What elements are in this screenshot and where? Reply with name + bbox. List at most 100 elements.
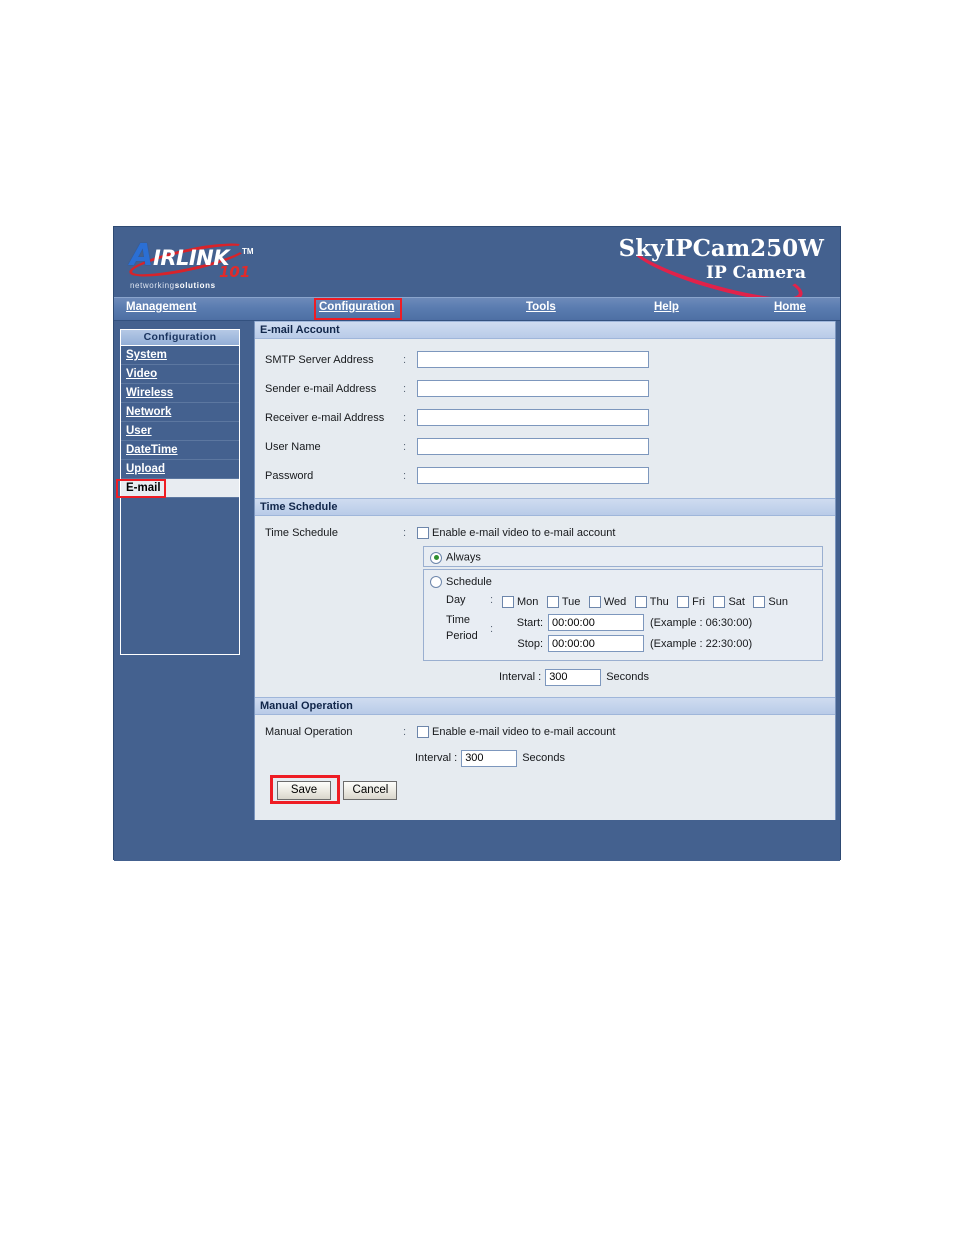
sidebar-item-datetime[interactable]: DateTime: [121, 441, 239, 460]
stop-label: Stop: [517, 637, 540, 650]
logo-tagline-bold: solutions: [174, 281, 216, 290]
logo-letter-a: A: [130, 238, 154, 273]
nav-item-help[interactable]: Help: [654, 301, 679, 313]
sidebar-item-network[interactable]: Network: [121, 403, 239, 422]
smtp-server-input[interactable]: [417, 351, 649, 368]
section-header-time-schedule: Time Schedule: [255, 498, 835, 516]
day-label-wed: Wed: [603, 596, 627, 609]
schedule-radio[interactable]: [430, 576, 442, 588]
time-period-label-line1: Time: [446, 614, 471, 627]
field-row-receiver-email: Receiver e-mail Address :: [255, 403, 835, 432]
schedule-interval-label: Interval :: [499, 671, 542, 684]
nav-item-home[interactable]: Home: [774, 301, 806, 313]
manual-operation-enable-label: Enable e-mail video to e-mail account: [432, 725, 616, 738]
schedule-interval-row: Interval : Seconds: [423, 665, 823, 689]
day-checkbox-thu-wrap: Thu: [634, 596, 669, 609]
product-subtitle: IP Camera: [706, 263, 806, 283]
configuration-content-panel: E-mail Account SMTP Server Address : Sen…: [254, 321, 836, 821]
schedule-interval-unit: Seconds: [606, 671, 649, 684]
day-label: Day: [446, 594, 466, 607]
time-schedule-enable-checkbox[interactable]: [417, 527, 429, 539]
time-schedule-row-label: Time Schedule: [265, 527, 338, 539]
time-period-label-line2: Period: [446, 630, 478, 643]
sender-email-input[interactable]: [417, 380, 649, 397]
manual-operation-enable-row: Manual Operation : Enable e-mail video t…: [255, 721, 835, 742]
password-input[interactable]: [417, 467, 649, 484]
field-label: Password: [265, 469, 314, 482]
manual-operation-row-label: Manual Operation: [265, 725, 353, 738]
day-checkbox-mon[interactable]: [502, 596, 514, 609]
time-period-label: Time Period: [430, 612, 490, 644]
nav-item-management[interactable]: Management: [126, 301, 196, 313]
camera-web-ui-window: A IRLINK TM 101 networkingsolutions SkyI…: [113, 226, 841, 861]
manual-interval-input[interactable]: [461, 749, 518, 767]
field-colon: :: [403, 469, 407, 482]
day-checkbox-group: Mon Tue Wed Thu Fri Sat Sun: [502, 592, 816, 610]
sidebar-item-label: DateTime: [126, 444, 178, 456]
field-row-password: Password :: [255, 461, 835, 490]
sidebar-title: Configuration: [121, 330, 239, 346]
start-label: Start: [516, 616, 540, 629]
day-label-mon: Mon: [517, 596, 539, 609]
stop-time-input[interactable]: [548, 635, 644, 653]
field-colon: :: [540, 637, 544, 650]
logo-wordmark: IRLINK: [153, 246, 230, 270]
stop-time-row: Stop : (Example : 22:30:00): [502, 633, 816, 654]
field-label: SMTP Server Address: [265, 353, 374, 366]
sidebar-item-upload[interactable]: Upload: [121, 460, 239, 479]
sidebar-item-label: Upload: [126, 463, 165, 475]
nav-item-tools[interactable]: Tools: [526, 301, 556, 313]
schedule-always-option[interactable]: Always: [423, 546, 823, 567]
schedule-label: Schedule: [446, 576, 492, 588]
schedule-radio-row[interactable]: Schedule: [430, 574, 816, 590]
day-label-sun: Sun: [768, 596, 788, 609]
field-colon: :: [403, 353, 407, 366]
receiver-email-input[interactable]: [417, 409, 649, 426]
day-checkbox-sat[interactable]: [713, 596, 726, 609]
schedule-interval-input[interactable]: [545, 668, 602, 686]
time-schedule-section: Time Schedule : Enable e-mail video to e…: [255, 516, 835, 698]
day-selection-row: Day : Mon Tue Wed Thu Fri Sat Sun: [430, 592, 816, 610]
sidebar-item-label: User: [126, 425, 152, 437]
day-checkbox-tue[interactable]: [546, 596, 559, 609]
time-inputs-group: Start : (Example : 06:30:00) Stop :: [502, 612, 816, 654]
day-checkbox-sun[interactable]: [753, 596, 766, 609]
sidebar-item-label: Video: [126, 368, 158, 380]
user-name-input[interactable]: [417, 438, 649, 455]
section-header-email-account: E-mail Account: [255, 321, 835, 339]
field-colon: :: [490, 623, 494, 636]
sidebar-item-user[interactable]: User: [121, 422, 239, 441]
day-checkbox-sat-wrap: Sat: [713, 596, 745, 609]
field-colon: :: [403, 725, 407, 738]
product-name: SkyIPCam250W: [618, 235, 824, 262]
field-colon: :: [540, 616, 544, 629]
start-time-row: Start : (Example : 06:30:00): [502, 612, 816, 633]
logo-tagline: networkingsolutions: [130, 281, 216, 290]
page-body: Configuration System Video Wireless Netw…: [114, 321, 840, 861]
logo-tagline-light: networking: [130, 281, 175, 290]
day-checkbox-wed-wrap: Wed: [588, 596, 627, 609]
start-time-example: (Example : 06:30:00): [650, 616, 753, 629]
manual-operation-enable-checkbox[interactable]: [417, 725, 429, 738]
email-account-section: SMTP Server Address : Sender e-mail Addr…: [255, 339, 835, 498]
manual-operation-section: Manual Operation : Enable e-mail video t…: [255, 715, 835, 821]
sidebar-item-video[interactable]: Video: [121, 365, 239, 384]
sidebar-item-label: Wireless: [126, 387, 174, 399]
field-row-sender-email: Sender e-mail Address :: [255, 374, 835, 403]
field-row-smtp-server: SMTP Server Address :: [255, 345, 835, 374]
day-label-fri: Fri: [692, 596, 705, 609]
schedule-custom-option: Schedule Day : Mon Tue Wed Thu Fri Sat S…: [423, 569, 823, 662]
day-checkbox-fri[interactable]: [677, 596, 690, 609]
field-row-user-name: User Name :: [255, 432, 835, 461]
product-branding: SkyIPCam250W IP Camera: [564, 227, 824, 297]
start-time-input[interactable]: [548, 614, 644, 632]
day-checkbox-wed[interactable]: [588, 596, 601, 609]
airlink101-logo: A IRLINK TM 101 networkingsolutions: [126, 235, 256, 293]
section-header-manual-operation: Manual Operation: [255, 697, 835, 716]
sidebar-item-system[interactable]: System: [121, 346, 239, 365]
day-checkbox-tue-wrap: Tue: [546, 596, 580, 609]
sidebar-item-wireless[interactable]: Wireless: [121, 384, 239, 403]
always-radio[interactable]: [430, 551, 442, 564]
cancel-button[interactable]: Cancel: [343, 781, 398, 801]
day-checkbox-thu[interactable]: [634, 596, 647, 609]
